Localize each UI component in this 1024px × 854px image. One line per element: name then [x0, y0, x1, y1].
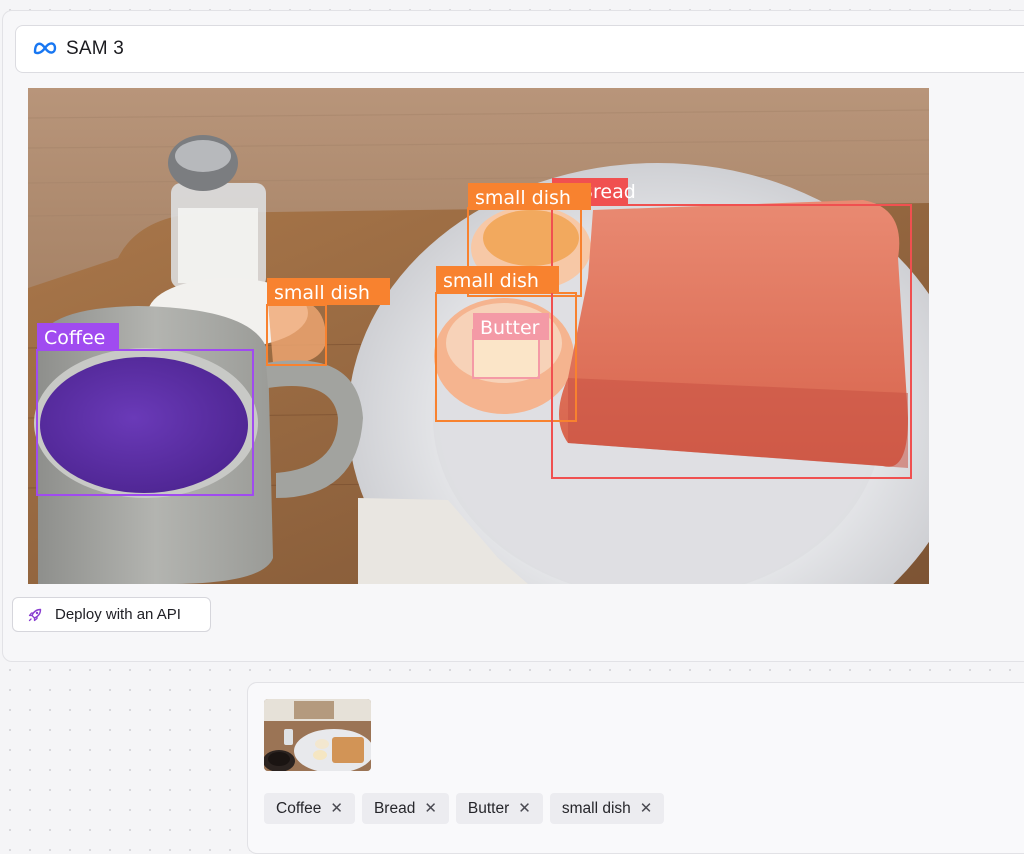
- deploy-api-label: Deploy with an API: [55, 606, 181, 623]
- segmentation-canvas: Bread small dish small dish small dish B…: [28, 88, 929, 584]
- close-icon[interactable]: ✕: [330, 801, 343, 816]
- prompt-chip-label: Coffee: [276, 799, 322, 817]
- prompt-chip-bread: Bread ✕: [361, 793, 449, 824]
- close-icon[interactable]: ✕: [424, 801, 437, 816]
- meta-logo-icon: [33, 42, 57, 55]
- prompt-chip-list: Coffee ✕ Bread ✕ Butter ✕ small dish ✕: [264, 793, 665, 824]
- close-icon[interactable]: ✕: [640, 801, 653, 816]
- model-header: SAM 3: [15, 25, 1024, 73]
- small-dish-tag-2-label: small dish: [475, 187, 571, 209]
- close-icon[interactable]: ✕: [518, 801, 531, 816]
- prompt-chip-label: Bread: [373, 799, 416, 817]
- deploy-api-button[interactable]: Deploy with an API: [12, 597, 211, 632]
- small-dish-tag-3-label: small dish: [443, 270, 539, 292]
- prompt-chip-butter: Butter ✕: [455, 793, 543, 824]
- thumbnail-picture: [264, 699, 371, 771]
- prompt-chip-label: Butter: [467, 799, 510, 817]
- coffee-tag-label: Coffee: [44, 327, 105, 349]
- coffee-mask: [40, 357, 248, 493]
- model-title: SAM 3: [66, 38, 125, 59]
- segmentation-result-image: Bread small dish small dish small dish B…: [28, 88, 929, 584]
- prompt-chip-label: small dish: [561, 799, 631, 817]
- prompt-chip-small-dish: small dish ✕: [549, 793, 665, 824]
- bread-mask: [559, 200, 908, 468]
- prompt-chip-coffee: Coffee ✕: [264, 793, 355, 824]
- input-image-thumbnail[interactable]: [264, 699, 371, 771]
- butter-tag-label: Butter: [480, 317, 540, 339]
- small-dish-tag-1-label: small dish: [274, 282, 370, 304]
- rocket-icon: [28, 608, 42, 622]
- input-panel: Coffee ✕ Bread ✕ Butter ✕ small dish ✕: [247, 682, 1024, 854]
